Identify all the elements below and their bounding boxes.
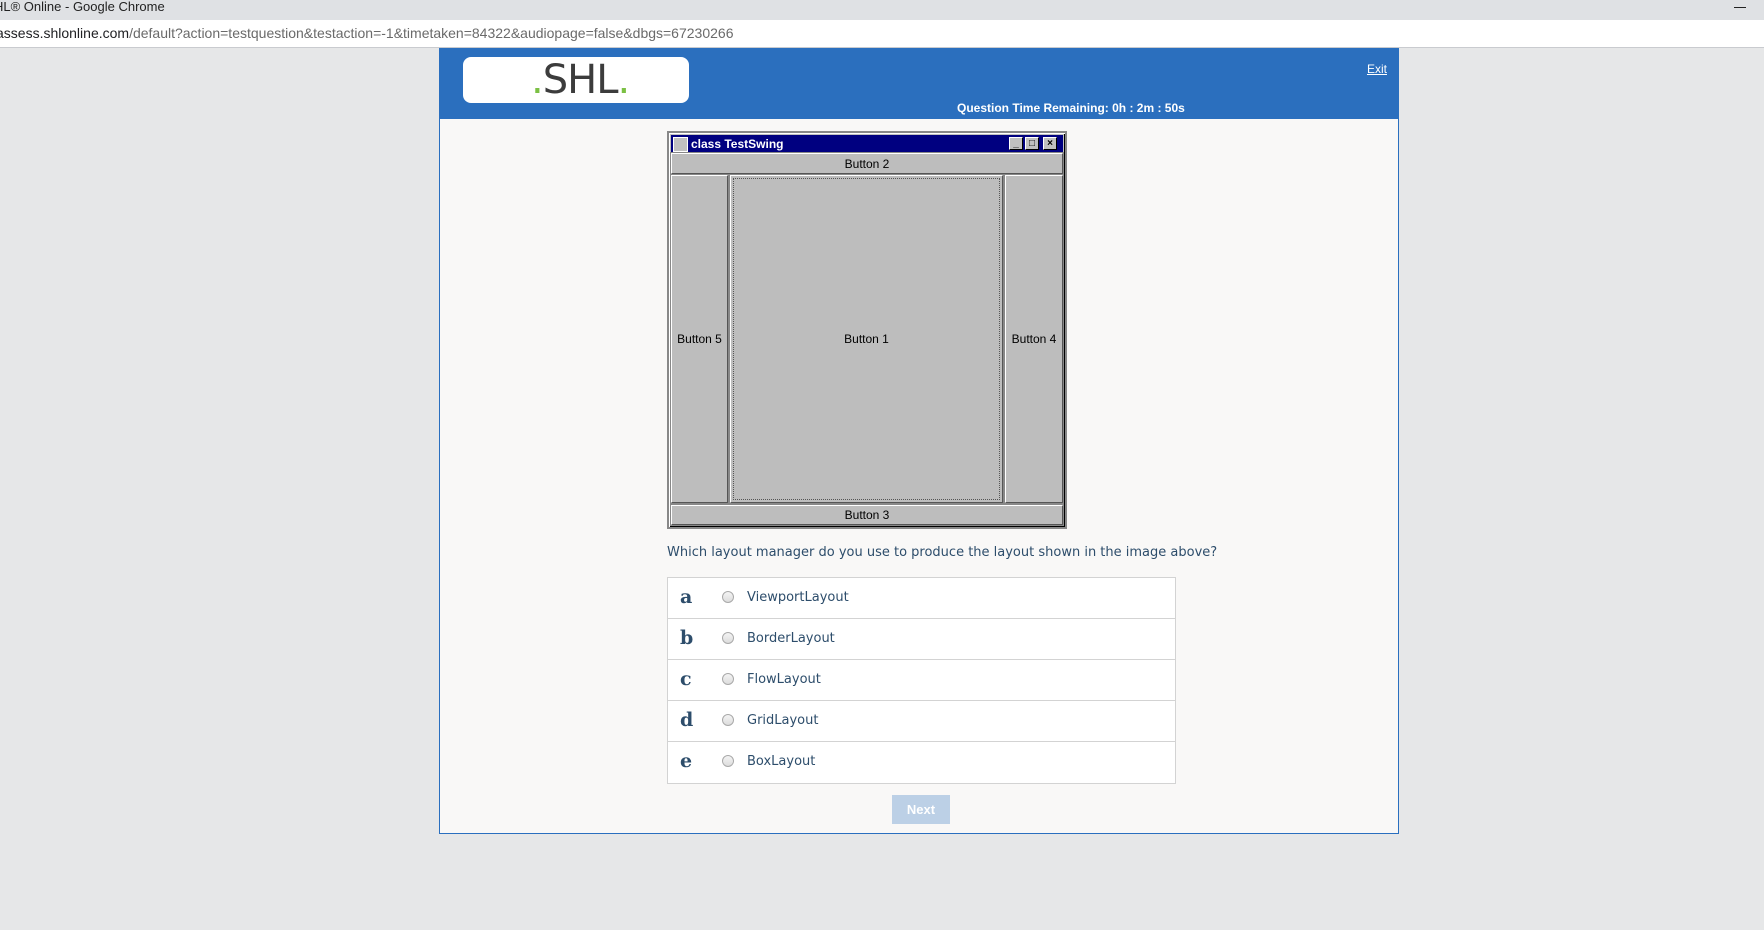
option-letter: b <box>680 627 694 649</box>
option-label[interactable]: BoxLayout <box>747 754 815 769</box>
browser-titlebar: HL® Online - Google Chrome <box>0 0 1764 20</box>
swing-window-image: class TestSwing _ □ × Button 2 Button 5 … <box>667 131 1067 529</box>
option-letter: c <box>680 668 692 690</box>
answer-options: a ViewportLayout b BorderLayout c FlowLa… <box>667 577 1176 784</box>
option-label[interactable]: BorderLayout <box>747 631 835 646</box>
swing-maximize-icon: □ <box>1025 137 1039 150</box>
question-timer: Question Time Remaining: 0h : 2m : 50s <box>957 101 1185 115</box>
option-label[interactable]: GridLayout <box>747 713 818 728</box>
url-host: assess.shlonline.com <box>0 25 130 41</box>
option-radio[interactable] <box>722 591 734 603</box>
option-radio[interactable] <box>722 673 734 685</box>
url-path: /default?action=testquestion&testaction=… <box>129 25 734 41</box>
address-bar[interactable]: assess.shlonline.com/default?action=test… <box>0 20 1764 48</box>
option-radio[interactable] <box>722 755 734 767</box>
exit-link[interactable]: Exit <box>1367 62 1387 76</box>
option-d[interactable]: d GridLayout <box>668 701 1175 742</box>
option-label[interactable]: FlowLayout <box>747 672 821 687</box>
option-radio[interactable] <box>722 714 734 726</box>
option-letter: a <box>680 586 693 608</box>
assessment-page: .SHL. Exit Question Time Remaining: 0h :… <box>439 48 1399 834</box>
logo-text: .SHL. <box>531 57 630 103</box>
option-c[interactable]: c FlowLayout <box>668 660 1175 701</box>
swing-minimize-icon: _ <box>1009 137 1023 150</box>
next-button[interactable]: Next <box>892 795 950 824</box>
question-text: Which layout manager do you use to produ… <box>667 545 1218 560</box>
swing-button-north: Button 2 <box>670 152 1064 175</box>
option-letter: e <box>680 750 693 772</box>
swing-window-title: class TestSwing <box>691 137 784 151</box>
url-text[interactable]: assess.shlonline.com/default?action=test… <box>0 20 733 47</box>
minimize-icon[interactable] <box>1734 7 1746 8</box>
option-a[interactable]: a ViewportLayout <box>668 578 1175 619</box>
option-letter: d <box>680 709 694 731</box>
swing-titlebar: class TestSwing _ □ × <box>671 135 1063 153</box>
page-header: .SHL. Exit Question Time Remaining: 0h :… <box>440 49 1398 119</box>
option-label[interactable]: ViewportLayout <box>747 590 849 605</box>
swing-button-center: Button 1 <box>729 174 1004 504</box>
swing-button-east: Button 4 <box>1004 174 1064 504</box>
option-e[interactable]: e BoxLayout <box>668 742 1175 783</box>
swing-button-west: Button 5 <box>670 174 729 504</box>
java-cup-icon <box>673 137 688 152</box>
shl-logo: .SHL. <box>463 57 689 103</box>
option-radio[interactable] <box>722 632 734 644</box>
window-title: HL® Online - Google Chrome <box>0 0 165 14</box>
swing-close-icon: × <box>1043 137 1057 150</box>
swing-button-south: Button 3 <box>670 504 1064 526</box>
option-b[interactable]: b BorderLayout <box>668 619 1175 660</box>
